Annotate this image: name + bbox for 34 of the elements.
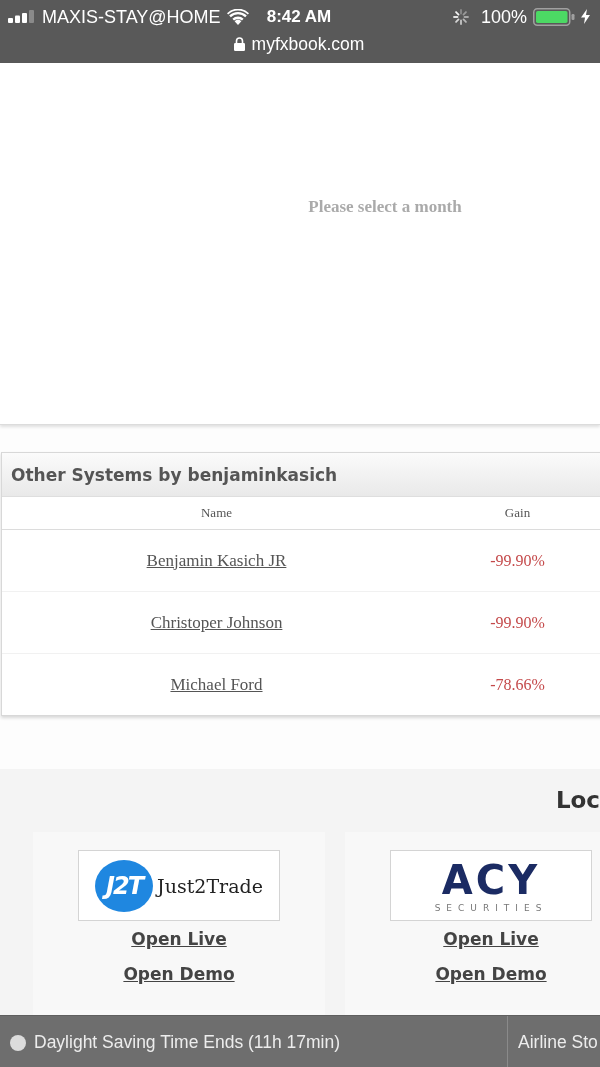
panel-title: Other Systems by benjaminkasich (11, 464, 338, 485)
gain-value: -99.90% (490, 551, 545, 570)
gain-value: -99.90% (490, 613, 545, 632)
address-url[interactable]: myfxbook.com (251, 33, 365, 54)
battery-percent: 100% (480, 6, 527, 27)
spinner-icon (452, 8, 469, 25)
lock-icon (233, 36, 245, 51)
section-heading: Loc (555, 786, 600, 815)
gain-value: -78.66% (490, 675, 545, 694)
logo-wordmark: Just2Trade (157, 874, 263, 897)
circle-icon (10, 1034, 26, 1051)
charging-bolt-icon (581, 9, 590, 24)
broker-logo[interactable]: ACY SECURITIES (390, 850, 592, 921)
account-link[interactable]: Open Live (443, 927, 539, 952)
wifi-icon (226, 8, 249, 25)
account-link[interactable]: Open Demo (123, 962, 235, 987)
clock-time: 8:42 AM (266, 6, 332, 27)
empty-chart-message: Please select a month (308, 197, 462, 217)
carrier-name: MAXIS-STAY@HOME (42, 6, 221, 27)
account-link[interactable]: Open Live (131, 927, 227, 952)
broker-logo[interactable]: J2T Just2Trade (78, 850, 280, 921)
system-name-link[interactable]: Benjamin Kasich JR (146, 550, 287, 571)
logo-mark: ACY (441, 857, 541, 902)
signal-bars-icon (8, 10, 36, 23)
system-name-link[interactable]: Christoper Johnson (150, 612, 283, 633)
system-name-link[interactable]: Michael Ford (170, 674, 263, 695)
battery-icon (533, 7, 575, 26)
account-link[interactable]: Open Demo (435, 962, 547, 987)
ticker-text[interactable]: Daylight Saving Time Ends (11h 17min) (34, 1032, 341, 1053)
column-header: Name (200, 505, 232, 521)
ticker-text[interactable]: Airline Sto (518, 1032, 598, 1053)
logo-tagline: SECURITIES (434, 901, 548, 914)
logo-mark: J2T (95, 859, 154, 912)
column-header: Gain (504, 505, 531, 521)
